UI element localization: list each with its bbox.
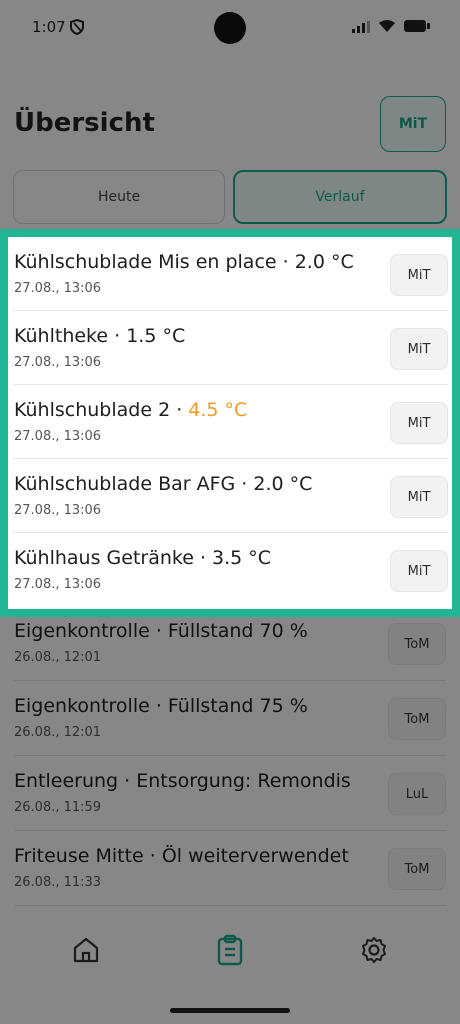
list-item[interactable]: Kühlschublade Mis en place · 2.0 °C 27.0… bbox=[14, 237, 448, 311]
gear-icon bbox=[359, 935, 389, 969]
user-badge: LuL bbox=[388, 773, 446, 815]
list-item[interactable]: Kühlschublade 2 · 4.5 °C 27.08., 13:06 M… bbox=[14, 385, 448, 459]
entry-title: Entleerung · Entsorgung: Remondis bbox=[14, 770, 351, 792]
header: Übersicht MiT bbox=[0, 96, 460, 154]
user-badge: ToM bbox=[388, 698, 446, 740]
list-item[interactable]: Kühlschublade Bar AFG · 2.0 °C 27.08., 1… bbox=[14, 459, 448, 533]
entry-title: Kühltheke · 1.5 °C bbox=[14, 325, 186, 347]
signal-icon bbox=[352, 18, 370, 37]
wifi-icon bbox=[378, 18, 396, 37]
camera-cutout bbox=[214, 12, 246, 44]
entry-title: Friteuse Mitte · Öl weiterverwendet bbox=[14, 845, 349, 867]
user-badge: ToM bbox=[388, 848, 446, 890]
status-icons bbox=[352, 18, 430, 37]
page-title: Übersicht bbox=[14, 108, 155, 138]
entry-time: 27.08., 13:06 bbox=[14, 355, 102, 370]
bottom-navigation bbox=[0, 910, 460, 1000]
clipboard-icon bbox=[215, 934, 245, 970]
list-item[interactable]: Kühlhaus Getränke · 3.5 °C 27.08., 13:06… bbox=[14, 533, 448, 606]
battery-icon bbox=[404, 18, 430, 37]
entry-time: 27.08., 13:06 bbox=[14, 503, 102, 518]
tab-bar: Heute Verlauf bbox=[13, 170, 447, 224]
user-badge: MiT bbox=[390, 476, 448, 518]
user-badge: MiT bbox=[390, 550, 448, 592]
shield-icon bbox=[70, 18, 84, 39]
list-item[interactable]: Entleerung · Entsorgung: Remondis 26.08.… bbox=[14, 756, 446, 831]
list-item[interactable]: Kühltheke · 1.5 °C 27.08., 13:06 MiT bbox=[14, 311, 448, 385]
tab-heute[interactable]: Heute bbox=[13, 170, 225, 224]
user-badge: ToM bbox=[388, 623, 446, 665]
entry-title: Kühlhaus Getränke · 3.5 °C bbox=[14, 547, 272, 569]
entry-time: 27.08., 13:06 bbox=[14, 429, 102, 444]
entry-value: 2.0 °C bbox=[294, 251, 354, 273]
entry-value: 2.0 °C bbox=[253, 473, 313, 495]
user-badge: MiT bbox=[390, 328, 448, 370]
entry-time: 26.08., 11:59 bbox=[14, 800, 102, 815]
list-item[interactable]: Friteuse Mitte · Öl weiterverwendet 26.0… bbox=[14, 831, 446, 906]
entry-value: 3.5 °C bbox=[212, 547, 272, 569]
tab-verlauf[interactable]: Verlauf bbox=[233, 170, 447, 224]
status-time: 1:07 bbox=[32, 18, 66, 36]
entry-title: Kühlschublade 2 · 4.5 °C bbox=[14, 399, 248, 421]
entry-title: Eigenkontrolle · Füllstand 70 % bbox=[14, 620, 308, 642]
nav-protocol[interactable] bbox=[210, 932, 250, 972]
entry-value-warning: 4.5 °C bbox=[188, 399, 248, 421]
status-bar: 1:07 bbox=[0, 0, 460, 62]
user-badge-button[interactable]: MiT bbox=[380, 96, 446, 152]
list-item[interactable]: Eigenkontrolle · Füllstand 70 % 26.08., … bbox=[14, 606, 446, 681]
entry-time: 26.08., 12:01 bbox=[14, 725, 102, 740]
entry-title: Kühlschublade Mis en place · 2.0 °C bbox=[14, 251, 354, 273]
entry-time: 26.08., 11:33 bbox=[14, 875, 102, 890]
entry-value: 1.5 °C bbox=[126, 325, 186, 347]
user-badge: MiT bbox=[390, 402, 448, 444]
user-badge: MiT bbox=[390, 254, 448, 296]
nav-home[interactable] bbox=[66, 932, 106, 972]
home-indicator bbox=[170, 1008, 290, 1013]
entry-time: 26.08., 12:01 bbox=[14, 650, 102, 665]
home-icon bbox=[71, 935, 101, 969]
entry-time: 27.08., 13:06 bbox=[14, 577, 102, 592]
nav-settings[interactable] bbox=[354, 932, 394, 972]
entry-title: Kühlschublade Bar AFG · 2.0 °C bbox=[14, 473, 313, 495]
entry-time: 27.08., 13:06 bbox=[14, 281, 102, 296]
entry-title: Eigenkontrolle · Füllstand 75 % bbox=[14, 695, 308, 717]
list-item[interactable]: Eigenkontrolle · Füllstand 75 % 26.08., … bbox=[14, 681, 446, 756]
highlighted-entries-card: Kühlschublade Mis en place · 2.0 °C 27.0… bbox=[0, 229, 460, 617]
